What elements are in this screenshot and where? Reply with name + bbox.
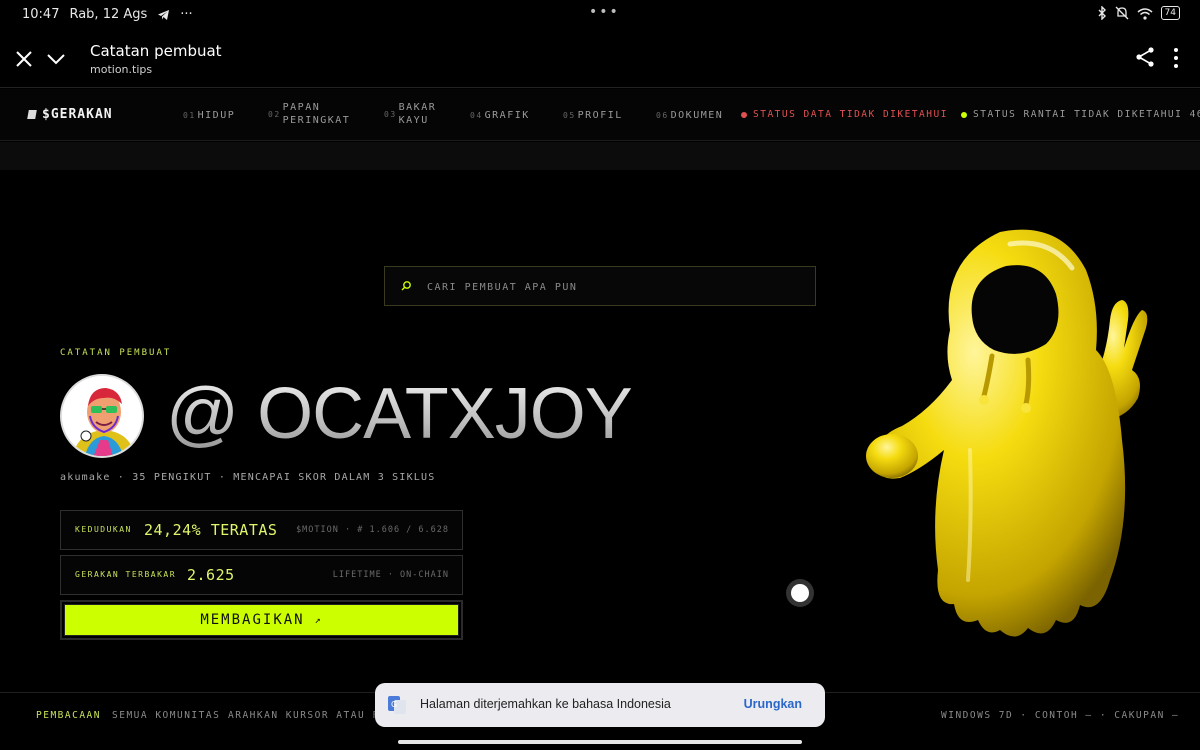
data-status: STATUS DATA TIDAK DIKETAHUI: [741, 109, 948, 120]
toast-message: Halaman diterjemahkan ke bahasa Indonesi…: [420, 697, 671, 711]
nav-item-label: PAPAN PERINGKAT: [282, 102, 351, 126]
chain-status-text: STATUS RANTAI TIDAK DIKETAHUI 466: [973, 109, 1200, 120]
nav-item-papan-peringkat[interactable]: 02 PAPAN PERINGKAT: [268, 101, 364, 127]
nav-item-profil[interactable]: 05 PROFIL: [563, 109, 623, 122]
avatar: [60, 374, 144, 458]
tab-url[interactable]: motion.tips: [90, 63, 152, 76]
battery-icon: 74: [1160, 6, 1180, 20]
cursor-indicator: [786, 579, 814, 607]
main-content: CATATAN PEMBUAT @ OCATXJOY akumake · 35 …: [0, 170, 1200, 692]
section-eyebrow: CATATAN PEMBUAT: [60, 348, 172, 358]
nav-item-label: HIDUP: [197, 110, 236, 121]
wifi-icon: [1137, 7, 1153, 20]
chain-status: STATUS RANTAI TIDAK DIKETAHUI 466: [961, 109, 1200, 120]
chevron-down-icon[interactable]: [45, 46, 67, 70]
more-vert-icon[interactable]: [1166, 45, 1186, 71]
search-icon: [401, 281, 411, 291]
undo-translation-button[interactable]: Urungkan: [744, 697, 802, 711]
svg-text:G: G: [391, 700, 397, 709]
avatar-portrait-image: [62, 376, 142, 456]
google-translate-icon: G: [388, 696, 406, 714]
custom-tab-toolbar: Catatan pembuat motion.tips: [0, 30, 1200, 88]
close-icon[interactable]: [13, 46, 35, 70]
data-status-text: STATUS DATA TIDAK DIKETAHUI: [753, 109, 948, 120]
creator-handle: @ OCATXJOY: [166, 374, 633, 454]
status-dot-icon: [961, 111, 967, 118]
logo-text: $GERAKAN: [42, 107, 113, 122]
translate-toast: G Halaman diterjemahkan ke bahasa Indone…: [375, 683, 825, 727]
share-button[interactable]: MEMBAGIKAN ↗: [60, 600, 463, 640]
bluetooth-icon: [1098, 6, 1106, 20]
ticker-bar: [0, 142, 1200, 170]
logo-mark-icon: [27, 110, 37, 119]
footer-window-info: WINDOWS 7D · CONTOH — · CAKUPAN —: [941, 710, 1180, 721]
creator-search[interactable]: [384, 266, 816, 306]
creator-meta: akumake · 35 PENGIKUT · MENCAPAI SKOR DA…: [60, 472, 436, 483]
share-button-label: MEMBAGIKAN: [200, 612, 305, 628]
nav-item-number: 01: [183, 111, 196, 120]
share-button-face[interactable]: MEMBAGIKAN ↗: [64, 604, 459, 636]
multiwindow-handle[interactable]: •••: [589, 4, 620, 20]
footer-reading[interactable]: PEMBACAAN: [36, 710, 101, 721]
gesture-home-bar[interactable]: [398, 740, 802, 744]
nav-item-label: BAKAR KAYU: [398, 102, 437, 126]
clock: 10:47: [22, 7, 60, 22]
nav-item-number: 02: [268, 109, 281, 119]
nav-item-bakar-kayu[interactable]: 03 BAKAR KAYU: [384, 101, 454, 127]
nav-item-label: GRAFIK: [484, 110, 530, 121]
nav-item-number: 03: [384, 109, 397, 119]
status-dot-icon: [741, 111, 747, 118]
site-nav: $GERAKAN 01 HIDUP 02 PAPAN PERINGKAT 03 …: [0, 89, 1200, 141]
footer-community[interactable]: SEMUA KOMUNITAS: [112, 710, 220, 721]
search-input[interactable]: [427, 277, 797, 297]
nav-item-number: 06: [656, 111, 669, 120]
rank-label: KEDUDUKAN: [75, 525, 132, 534]
share-icon[interactable]: [1134, 46, 1156, 68]
rank-detail: $MOTION · # 1.606 / 6.628: [296, 525, 449, 535]
tab-title: Catatan pembuat: [90, 42, 222, 60]
nav-item-label: DOKUMEN: [670, 110, 724, 121]
overflow-dots: ···: [180, 7, 193, 22]
rank-card: KEDUDUKAN 24,24% TERATAS $MOTION · # 1.6…: [60, 510, 463, 550]
nav-item-label: PROFIL: [577, 110, 623, 121]
burned-card: GERAKAN TERBAKAR 2.625 LIFETIME · ON-CHA…: [60, 555, 463, 595]
nav-item-grafik[interactable]: 04 GRAFIK: [470, 109, 530, 122]
burned-value: 2.625: [187, 566, 235, 584]
mute-icon: [1115, 6, 1129, 20]
yellow-hooded-mascot-image: [866, 229, 1148, 637]
rank-value: 24,24% TERATAS: [144, 521, 278, 539]
nav-item-dokumen[interactable]: 06 DOKUMEN: [656, 109, 723, 122]
arrow-up-right-icon: ↗: [314, 614, 323, 626]
date: Rab, 12 Ags: [69, 7, 148, 22]
nav-item-number: 05: [563, 111, 576, 120]
telegram-icon: [158, 9, 170, 20]
site-logo[interactable]: $GERAKAN: [27, 107, 113, 122]
footer-hint: ARAHKAN KURSOR ATAU FO: [228, 710, 387, 721]
nav-item-hidup[interactable]: 01 HIDUP: [183, 109, 235, 122]
nav-item-number: 04: [470, 111, 483, 120]
burned-label: GERAKAN TERBAKAR: [75, 570, 177, 579]
system-status-bar: 10:47 Rab, 12 Ags ··· ••• 74: [0, 0, 1200, 30]
burned-detail: LIFETIME · ON-CHAIN: [332, 570, 449, 580]
